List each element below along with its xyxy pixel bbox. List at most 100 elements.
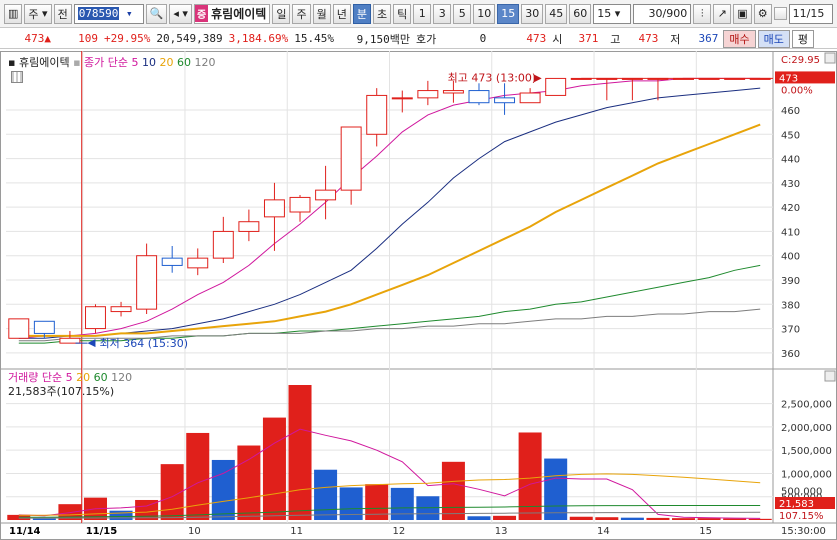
volume-bar: [262, 417, 286, 520]
eval-button[interactable]: 평: [791, 29, 814, 48]
candle-body: [468, 90, 490, 104]
chart-type-select[interactable]: 주 ▾: [24, 3, 52, 24]
candle-body: [442, 90, 464, 94]
up-arrow-icon: ▲: [44, 32, 51, 45]
candle-body: [161, 257, 183, 266]
price-tick-label: 410: [781, 227, 800, 238]
search-icon[interactable]: 🔍: [145, 3, 168, 24]
volume-ma120-label: 120: [111, 371, 133, 384]
price-legend: ▪ 휴림에이텍 ▪ 종가 단순 5 10 20 60 120: [8, 54, 216, 70]
legend-menu-icon[interactable]: ▪: [8, 56, 15, 69]
price-tick-label: 400: [781, 252, 800, 263]
price-ma10-label: 10: [142, 56, 157, 69]
quote-label: 호가: [415, 32, 437, 46]
low-value: 367: [698, 32, 719, 45]
price-repeat: 473: [526, 32, 547, 45]
price-legend-name: 휴림에이텍: [18, 56, 70, 69]
volume-pct-badge-text: 107.15%: [779, 511, 824, 522]
volume-bar: [390, 487, 414, 520]
interval-60-button[interactable]: 60: [569, 3, 592, 24]
time-tick-label: 11/15: [86, 526, 118, 537]
settings-icon[interactable]: ⚙: [753, 3, 772, 24]
price-info-bar: 473▲ 109 +29.95% 20,549,389 3,184.69% 15…: [0, 29, 837, 49]
period-second-button[interactable]: 초: [372, 3, 392, 24]
price-tick-label: 450: [781, 130, 800, 141]
speaker-icon[interactable]: ◂ ▾: [169, 3, 192, 24]
chart-window-icon[interactable]: ▥: [4, 3, 23, 24]
candle-style-icon[interactable]: ⫶: [693, 3, 712, 24]
interval-10-button[interactable]: 10: [473, 3, 496, 24]
high-label: 고: [610, 32, 621, 46]
volume-tick-label: 2,500,000: [781, 400, 832, 411]
time-tick-label: 11: [290, 526, 303, 537]
price-tick-label: 420: [781, 203, 800, 214]
trade-amount: 9,150백만: [356, 32, 410, 46]
open-value: 371: [578, 32, 599, 45]
draw-tools-icon[interactable]: ↗: [713, 3, 732, 24]
chart-canvas[interactable]: 360 370 380 390 400 410 420 430 440 450 460 500,000…: [0, 51, 837, 540]
high-annotation: 최고 473 (13:00): [448, 71, 537, 84]
candle-body: [494, 97, 516, 104]
price-tick-label: 440: [781, 155, 800, 166]
period-tick-button[interactable]: 틱: [393, 3, 412, 24]
stock-name-box[interactable]: 증 휴림에이텍: [193, 3, 271, 24]
legend-settings-icon[interactable]: ▪: [73, 56, 80, 69]
period-year-button[interactable]: 년: [332, 3, 351, 24]
candle-body: [212, 230, 234, 259]
volume-tick-label: 1,500,000: [781, 446, 832, 457]
buy-button[interactable]: 매수: [723, 29, 756, 48]
candle-body: [519, 92, 541, 104]
period-day-button[interactable]: 일: [272, 3, 291, 24]
period-minute-button[interactable]: 분: [352, 3, 371, 24]
time-tick-label: 12: [393, 526, 406, 537]
volume-bar: [288, 385, 312, 520]
volume-bar: [723, 518, 747, 520]
price-tick-label: 460: [781, 106, 800, 117]
current-price-badge-text: 473: [779, 73, 798, 84]
price-ma-label: 종가 단순: [84, 56, 129, 69]
interval-select[interactable]: 15 ▾: [593, 3, 632, 24]
candle-body: [340, 126, 362, 191]
date-input[interactable]: 11/15: [788, 3, 833, 24]
chart-area[interactable]: 360 370 380 390 400 410 420 430 440 450 460 500,000…: [0, 51, 837, 540]
price-tick-label: 430: [781, 179, 800, 190]
price-ma20-label: 20: [159, 56, 174, 69]
time-right-label: 15:30:00: [781, 526, 826, 537]
stock-code-input[interactable]: 078590 ▾: [73, 3, 144, 24]
candle-body: [417, 90, 439, 99]
candle-body: [366, 94, 388, 135]
volume-bar: [441, 461, 465, 520]
prev-button[interactable]: 전: [53, 3, 72, 24]
volume-bar: [569, 516, 593, 520]
current-price: 473▲: [24, 32, 52, 45]
chart-frame: [0, 51, 837, 540]
interval-1-button[interactable]: 1: [413, 3, 432, 24]
candle-body: [33, 320, 55, 334]
date-checkbox[interactable]: [773, 7, 787, 20]
sell-button[interactable]: 매도: [757, 29, 790, 48]
save-icon[interactable]: ▣: [733, 3, 752, 24]
price-change-pct: +29.95%: [104, 32, 151, 45]
period-week-button[interactable]: 주: [292, 3, 311, 24]
interval-3-button[interactable]: 3: [433, 3, 452, 24]
volume-pane-collapse-icon: [824, 370, 836, 382]
interval-45-button[interactable]: 45: [545, 3, 568, 24]
grid-toggle-icon[interactable]: [11, 71, 23, 83]
volume-tick-label: 2,000,000: [781, 423, 832, 434]
volume-bar: [595, 517, 619, 520]
quote-value: 0: [479, 32, 487, 45]
period-month-button[interactable]: 월: [312, 3, 331, 24]
count-input[interactable]: 30/900: [633, 3, 692, 24]
time-tick-label: 14: [597, 526, 610, 537]
zero-pct-badge: 0.00%: [781, 85, 813, 96]
volume-bar: [186, 432, 210, 520]
count-max: /900: [662, 7, 688, 20]
interval-30-button[interactable]: 30: [521, 3, 544, 24]
interval-5-button[interactable]: 5: [453, 3, 472, 24]
stock-market-tag: 증: [194, 5, 209, 22]
chart-type-label: 주: [28, 7, 39, 21]
interval-15-button[interactable]: 15: [497, 3, 520, 24]
low-annotation: 최저 364 (15:30): [99, 337, 188, 350]
volume: 20,549,389: [156, 32, 223, 45]
count-value: 30: [648, 7, 663, 20]
